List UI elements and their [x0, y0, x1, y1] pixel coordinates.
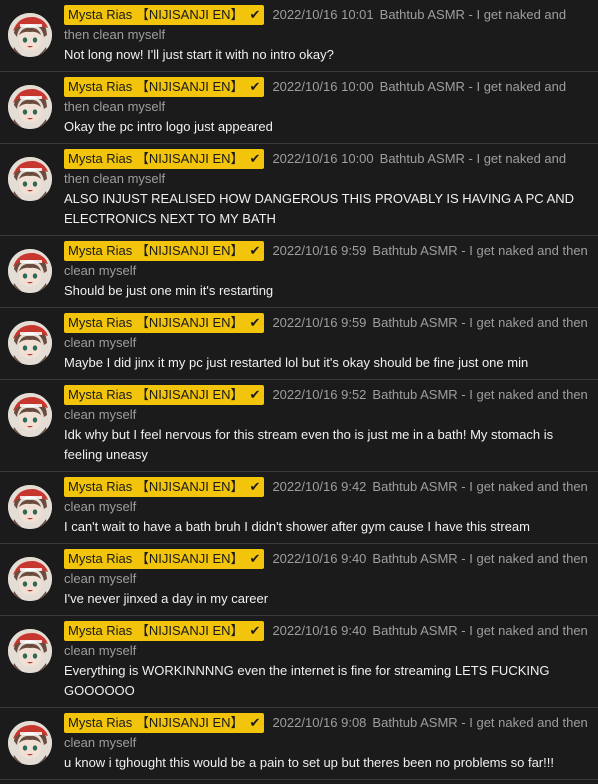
message-header: Mysta Rias 【NIJISANJI EN】 ✔ 2022/10/16 10:… — [64, 77, 590, 117]
checkmark-icon: ✔ — [249, 315, 261, 330]
author-name-badge[interactable]: Mysta Rias 【NIJISANJI EN】 ✔ — [64, 5, 265, 25]
message-header: Mysta Rias 【NIJISANJI EN】 ✔ 2022/10/16 9:5… — [64, 241, 590, 281]
checkmark-icon: ✔ — [249, 79, 261, 94]
message-text: Okay the pc intro logo just appeared — [64, 119, 273, 134]
avatar-image — [8, 85, 52, 129]
avatar-image — [8, 629, 52, 673]
avatar-image — [8, 485, 52, 529]
message-header: Mysta Rias 【NIJISANJI EN】 ✔ 2022/10/16 9:0… — [64, 713, 590, 753]
timestamp: 2022/10/16 10:01 — [272, 7, 374, 22]
timestamp: 2022/10/16 9:59 — [272, 243, 367, 258]
list-item: Mysta Rias 【NIJISANJI EN】 ✔ 2022/10/16 9:4… — [0, 544, 598, 616]
timestamp: 2022/10/16 9:52 — [272, 387, 367, 402]
avatar-image — [8, 13, 52, 57]
list-item: Mysta Rias 【NIJISANJI EN】 ✔ 2022/10/16 9:5… — [0, 308, 598, 380]
list-item: Mysta Rias 【NIJISANJI EN】 ✔ 2022/10/16 10:… — [0, 72, 598, 144]
list-item: Mysta Rias 【NIJISANJI EN】 ✔ 2022/10/16 9:4… — [0, 472, 598, 544]
message-text: u know i tghought this would be a pain t… — [64, 755, 554, 770]
author-name: Mysta Rias 【NIJISANJI EN】 — [68, 551, 244, 566]
message-text: ALSO INJUST REALISED HOW DANGEROUS THIS … — [64, 191, 575, 226]
checkmark-icon: ✔ — [249, 7, 261, 22]
author-name-badge[interactable]: Mysta Rias 【NIJISANJI EN】 ✔ — [64, 77, 265, 97]
author-name: Mysta Rias 【NIJISANJI EN】 — [68, 7, 244, 22]
avatar[interactable] — [8, 485, 52, 529]
author-name-badge[interactable]: Mysta Rias 【NIJISANJI EN】 ✔ — [64, 713, 265, 733]
message-header: Mysta Rias 【NIJISANJI EN】 ✔ 2022/10/16 10:… — [64, 149, 590, 189]
message-text: Maybe I did jinx it my pc just restarted… — [64, 355, 529, 370]
message-header: Mysta Rias 【NIJISANJI EN】 ✔ 2022/10/16 10:… — [64, 5, 590, 45]
message-header: Mysta Rias 【NIJISANJI EN】 ✔ 2022/10/16 9:5… — [64, 313, 590, 353]
message-text: Everything is WORKINNNNG even the intern… — [64, 663, 550, 698]
avatar-image — [8, 157, 52, 201]
list-item: Mysta Rias 【NIJISANJI EN】 ✔ 2022/10/16 9:4… — [0, 616, 598, 708]
message-text: I can't wait to have a bath bruh I didn'… — [64, 519, 530, 534]
timestamp: 2022/10/16 9:42 — [272, 479, 367, 494]
avatar-image — [8, 721, 52, 765]
timestamp: 2022/10/16 10:00 — [272, 151, 374, 166]
author-name-badge[interactable]: Mysta Rias 【NIJISANJI EN】 ✔ — [64, 477, 265, 497]
timestamp: 2022/10/16 9:59 — [272, 315, 367, 330]
avatar-image — [8, 393, 52, 437]
list-item: Mysta Rias 【NIJISANJI EN】 ✔ 2022/10/16 9:5… — [0, 380, 598, 472]
author-name-badge[interactable]: Mysta Rias 【NIJISANJI EN】 ✔ — [64, 149, 265, 169]
list-item: Mysta Rias 【NIJISANJI EN】 ✔ 2022/10/16 10:… — [0, 144, 598, 236]
checkmark-icon: ✔ — [249, 387, 261, 402]
checkmark-icon: ✔ — [249, 479, 261, 494]
avatar-image — [8, 321, 52, 365]
checkmark-icon: ✔ — [249, 623, 261, 638]
message-header: Mysta Rias 【NIJISANJI EN】 ✔ 2022/10/16 9:4… — [64, 621, 590, 661]
list-item: Mysta Rias 【NIJISANJI EN】 ✔ 2022/10/16 9:0… — [0, 708, 598, 780]
author-name: Mysta Rias 【NIJISANJI EN】 — [68, 715, 244, 730]
avatar[interactable] — [8, 557, 52, 601]
avatar[interactable] — [8, 629, 52, 673]
avatar[interactable] — [8, 321, 52, 365]
message-text: I've never jinxed a day in my career — [64, 591, 269, 606]
avatar[interactable] — [8, 157, 52, 201]
checkmark-icon: ✔ — [249, 715, 261, 730]
message-text: Idk why but I feel nervous for this stre… — [64, 427, 554, 462]
avatar[interactable] — [8, 13, 52, 57]
message-list: Mysta Rias 【NIJISANJI EN】 ✔ 2022/10/16 10:… — [0, 0, 598, 780]
author-name: Mysta Rias 【NIJISANJI EN】 — [68, 387, 244, 402]
author-name-badge[interactable]: Mysta Rias 【NIJISANJI EN】 ✔ — [64, 385, 265, 405]
message-text: Should be just one min it's restarting — [64, 283, 274, 298]
checkmark-icon: ✔ — [249, 151, 261, 166]
timestamp: 2022/10/16 10:00 — [272, 79, 374, 94]
author-name-badge[interactable]: Mysta Rias 【NIJISANJI EN】 ✔ — [64, 621, 265, 641]
checkmark-icon: ✔ — [249, 551, 261, 566]
list-item: Mysta Rias 【NIJISANJI EN】 ✔ 2022/10/16 9:5… — [0, 236, 598, 308]
author-name-badge[interactable]: Mysta Rias 【NIJISANJI EN】 ✔ — [64, 313, 265, 333]
avatar[interactable] — [8, 85, 52, 129]
author-name: Mysta Rias 【NIJISANJI EN】 — [68, 623, 244, 638]
author-name-badge[interactable]: Mysta Rias 【NIJISANJI EN】 ✔ — [64, 549, 265, 569]
avatar[interactable] — [8, 249, 52, 293]
avatar[interactable] — [8, 721, 52, 765]
author-name: Mysta Rias 【NIJISANJI EN】 — [68, 479, 244, 494]
message-header: Mysta Rias 【NIJISANJI EN】 ✔ 2022/10/16 9:5… — [64, 385, 590, 425]
list-item: Mysta Rias 【NIJISANJI EN】 ✔ 2022/10/16 10:… — [0, 0, 598, 72]
author-name: Mysta Rias 【NIJISANJI EN】 — [68, 151, 244, 166]
author-name: Mysta Rias 【NIJISANJI EN】 — [68, 243, 244, 258]
avatar-image — [8, 557, 52, 601]
checkmark-icon: ✔ — [249, 243, 261, 258]
timestamp: 2022/10/16 9:40 — [272, 623, 367, 638]
message-text: Not long now! I'll just start it with no… — [64, 47, 334, 62]
author-name: Mysta Rias 【NIJISANJI EN】 — [68, 79, 244, 94]
author-name: Mysta Rias 【NIJISANJI EN】 — [68, 315, 244, 330]
avatar[interactable] — [8, 393, 52, 437]
message-header: Mysta Rias 【NIJISANJI EN】 ✔ 2022/10/16 9:4… — [64, 477, 590, 517]
author-name-badge[interactable]: Mysta Rias 【NIJISANJI EN】 ✔ — [64, 241, 265, 261]
message-header: Mysta Rias 【NIJISANJI EN】 ✔ 2022/10/16 9:4… — [64, 549, 590, 589]
avatar-image — [8, 249, 52, 293]
timestamp: 2022/10/16 9:40 — [272, 551, 367, 566]
timestamp: 2022/10/16 9:08 — [272, 715, 367, 730]
